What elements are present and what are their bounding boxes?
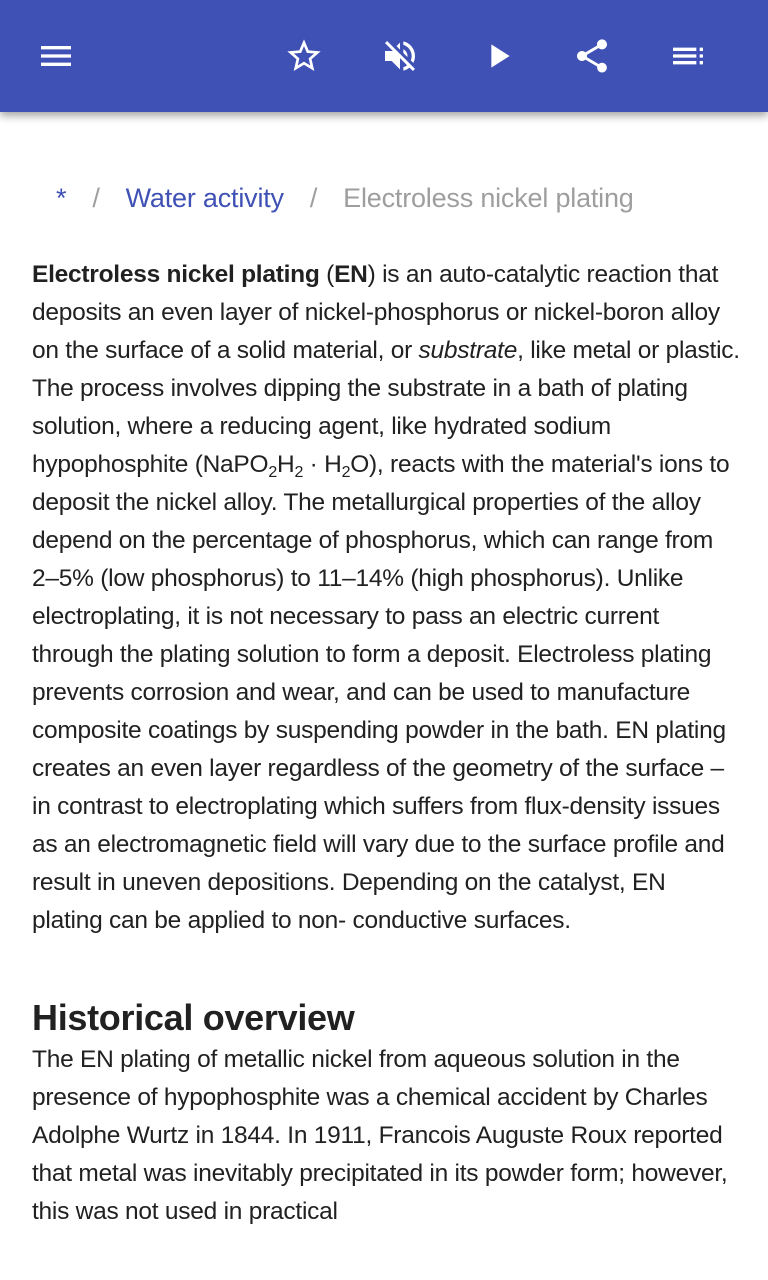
subscript: 2: [294, 464, 304, 481]
play-button[interactable]: [470, 28, 526, 84]
breadcrumb-home[interactable]: *: [56, 183, 67, 213]
subscript: 2: [341, 464, 351, 481]
breadcrumb-separator: /: [309, 183, 318, 213]
menu-button[interactable]: [28, 28, 84, 84]
section-heading-historical-overview: Historical overview: [32, 997, 355, 1038]
history-paragraph: The EN plating of metallic nickel from a…: [32, 1046, 728, 1225]
subscript: 2: [268, 464, 277, 481]
intro-paragraph: Electroless nickel plating (EN) is an au…: [32, 256, 740, 940]
article-content: Electroless nickel plating (EN) is an au…: [32, 256, 740, 1231]
play-icon: [491, 44, 510, 68]
volume-off-icon: [385, 41, 415, 71]
share-button[interactable]: [564, 28, 620, 84]
breadcrumb-current: Electroless nickel plating: [343, 183, 634, 213]
text: H: [276, 451, 295, 478]
playlist-icon: [673, 47, 703, 65]
menu-icon: [41, 46, 71, 66]
breadcrumb-separator: /: [92, 183, 100, 213]
mute-button[interactable]: [372, 28, 428, 84]
substrate-term: substrate: [418, 337, 518, 364]
contents-button[interactable]: [660, 28, 716, 84]
share-icon: [577, 39, 607, 73]
text: O), reacts with the material's ions to d…: [32, 451, 730, 934]
text: (: [319, 261, 335, 288]
breadcrumb: * / Water activity / Electroless nickel plat…: [56, 178, 634, 218]
breadcrumb-water-activity[interactable]: Water activity: [126, 183, 284, 213]
text: · H: [303, 451, 342, 478]
article-term: Electroless nickel plating: [32, 261, 320, 288]
article-abbr: EN: [334, 261, 368, 288]
bookmark-button[interactable]: [276, 28, 332, 84]
star-outline-icon: [287, 39, 321, 71]
app-bar: [0, 0, 768, 112]
